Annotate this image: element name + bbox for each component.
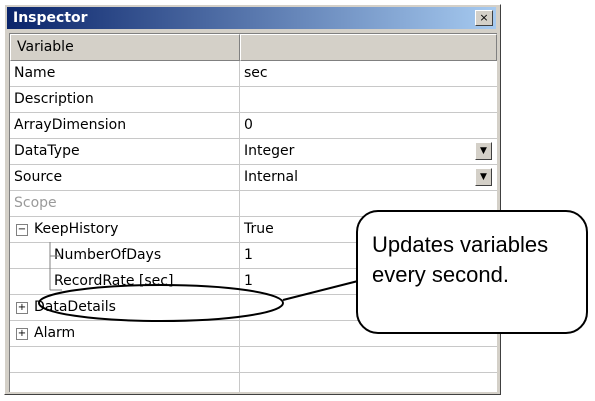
callout-text: Updates variables every second. bbox=[372, 230, 548, 290]
callout-pointer bbox=[282, 280, 359, 301]
callout-line-2: every second. bbox=[372, 262, 509, 287]
annotation-overlay bbox=[38, 280, 359, 322]
callout-line-1: Updates variables bbox=[372, 232, 549, 257]
highlight-ellipse bbox=[38, 284, 284, 322]
callout-bubble: Updates variables every second. bbox=[356, 210, 588, 334]
